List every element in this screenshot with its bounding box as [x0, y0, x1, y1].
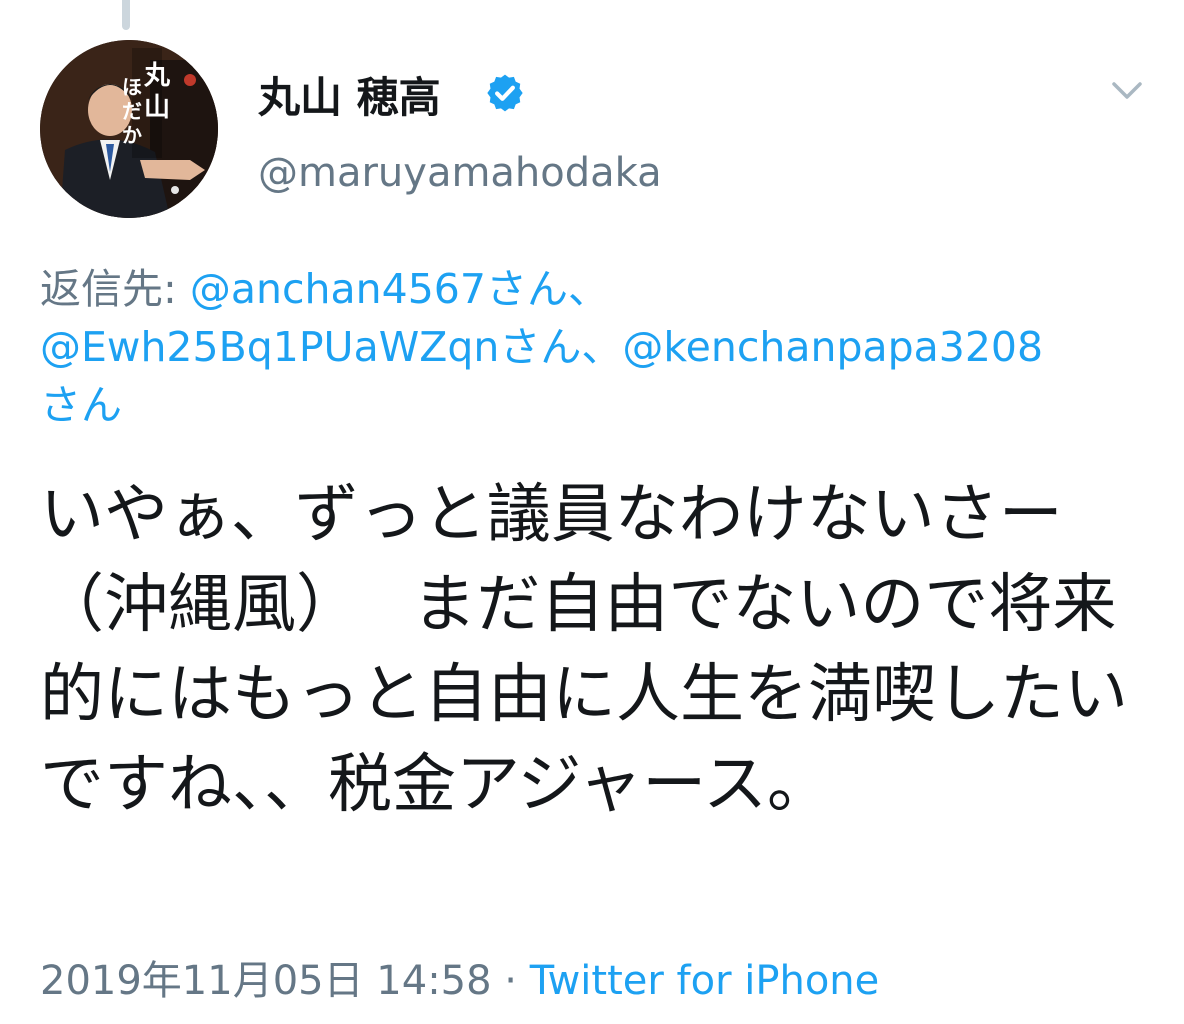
tweet-text: いやぁ、ずっと議員なわけないさー（沖縄風） まだ自由でないので将来的にはもっと自… [40, 478, 1128, 822]
mention-link[interactable]: @Ewh25Bq1PUaWZqnさん、 [40, 323, 622, 371]
tweet-meta: 2019年11月05日 14:58 · Twitter for iPhone [40, 948, 879, 1006]
avatar-glyph: 丸 [143, 61, 171, 91]
mention-link[interactable]: @kenchanpapa3208 [622, 323, 1043, 371]
reply-to-line: 返信先: @anchan4567さん、 @Ewh25Bq1PUaWZqnさん、@… [40, 260, 1150, 434]
author-handle[interactable]: @maruyamahodaka [258, 150, 662, 196]
avatar-glyph: 山 [144, 93, 170, 123]
avatar-glyph: ほ [122, 75, 142, 99]
avatar-glyph: だ [122, 99, 142, 123]
mention-link[interactable]: @anchan4567さん、 [190, 265, 609, 313]
reply-to-prefix: 返信先: [40, 265, 190, 313]
tweet-source-link[interactable]: Twitter for iPhone [530, 958, 880, 1004]
avatar[interactable]: 丸 山 ほ だ か [40, 40, 218, 218]
tweet-timestamp[interactable]: 2019年11月05日 14:58 [40, 958, 492, 1004]
avatar-glyph: か [122, 123, 142, 147]
verified-icon [487, 74, 523, 112]
author-display-name[interactable]: 丸山 穂高 [258, 64, 441, 125]
mention-suffix[interactable]: さん [40, 381, 122, 429]
meta-separator: · [491, 958, 530, 1004]
thread-line [122, 0, 130, 30]
avatar-image: 丸 山 ほ だ か [40, 40, 218, 218]
chevron-down-icon[interactable] [1110, 76, 1144, 106]
